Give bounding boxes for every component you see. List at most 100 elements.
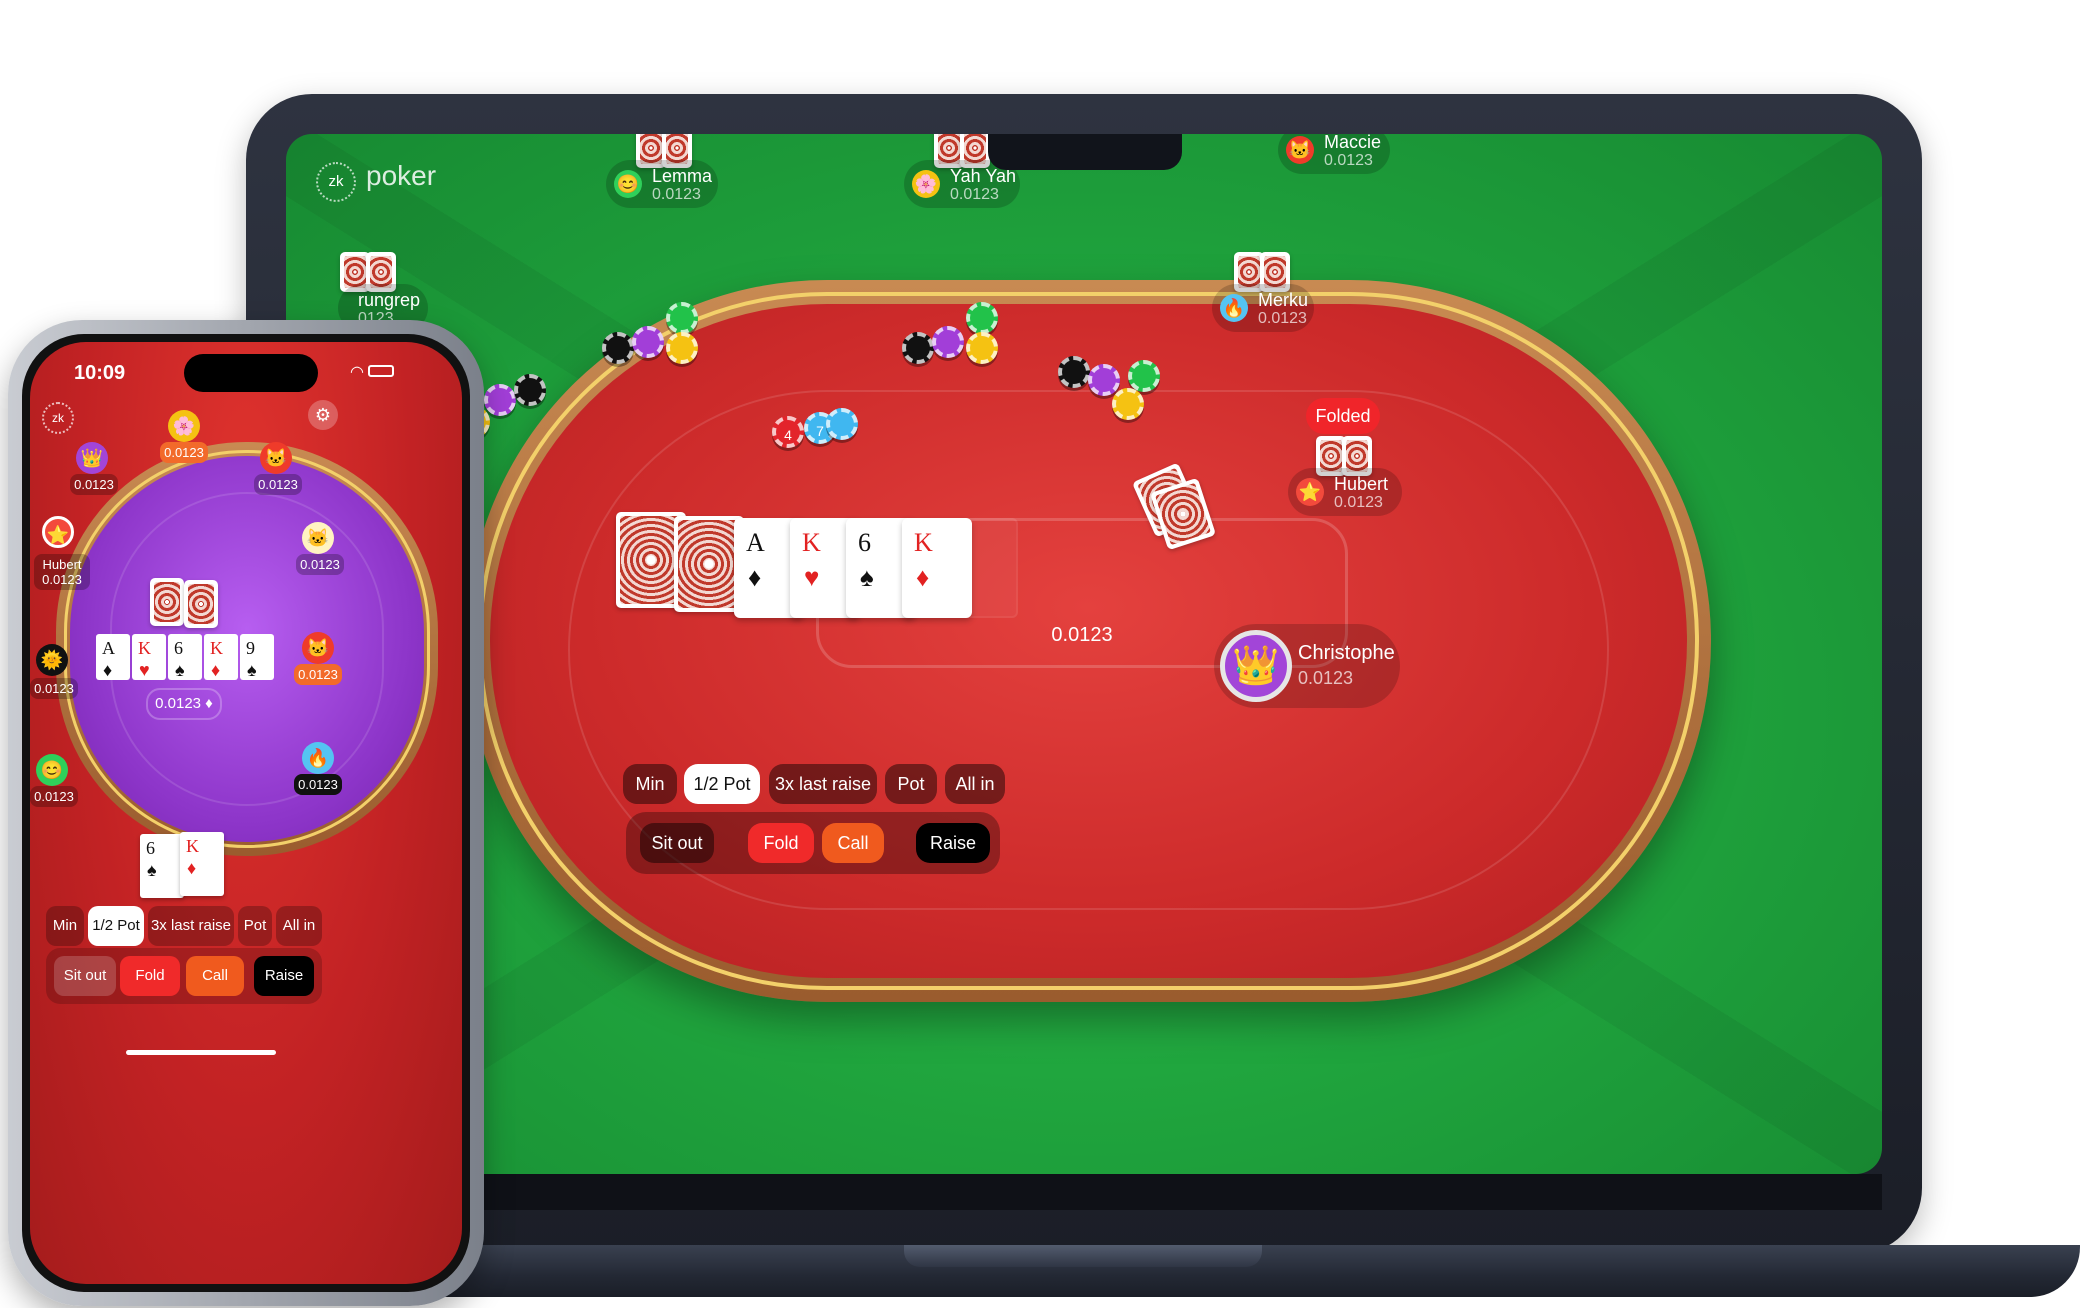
community-card: K ♦ — [204, 634, 238, 680]
fold-button[interactable]: Fold — [120, 956, 180, 996]
player-balance: 0.0123 — [1298, 668, 1354, 688]
cat-avatar-icon: 🐱 — [302, 522, 334, 554]
player-seat-christophe: 👑 Christophe 0.0123 — [1214, 624, 1400, 708]
star-avatar-icon: ⭐ — [1296, 478, 1324, 506]
player-seat-hubert: ⭐ Hubert 0.0123 — [1288, 468, 1402, 516]
player-balance: 0.0123 — [294, 664, 342, 685]
player-balance: 0.0123 — [70, 474, 118, 495]
empty-card-slot — [962, 518, 1018, 618]
bet-chip — [1128, 360, 1160, 392]
settings-gear-icon[interactable]: ⚙ — [308, 400, 338, 430]
cat-avatar-icon: 🐱 — [260, 442, 292, 474]
fire-avatar-icon: 🔥 — [302, 742, 334, 774]
zk-logo-icon: zk — [42, 402, 74, 434]
player-name: Maccie — [1324, 134, 1382, 152]
home-indicator — [126, 1050, 276, 1055]
flower-avatar-icon: 🌸 — [168, 410, 200, 442]
sun-avatar-icon: 🌞 — [36, 644, 68, 676]
smile-avatar-icon: 😊 — [36, 754, 68, 786]
player-balance: 0.0123 — [42, 572, 82, 587]
bet-chip — [1088, 364, 1120, 396]
cat-avatar-icon: 🐱 — [1286, 136, 1314, 164]
bet-chip — [632, 326, 664, 358]
raise-button[interactable]: Raise — [254, 956, 314, 996]
pot-chip — [826, 408, 858, 440]
bet-3x-raise-button[interactable]: 3x last raise — [148, 906, 234, 946]
community-card: K ♥ — [132, 634, 166, 680]
crown-avatar-icon: 👑 — [1220, 630, 1292, 702]
bet-min-button[interactable]: Min — [623, 764, 677, 804]
deck-card-back — [150, 578, 184, 626]
player-balance: 0.0123 — [30, 678, 78, 699]
flower-avatar-icon: 🌸 — [912, 170, 940, 198]
bet-half-pot-button[interactable]: 1/2 Pot — [88, 906, 144, 946]
player-name: Hubert — [42, 557, 82, 572]
bet-chip — [966, 332, 998, 364]
bet-chip — [932, 326, 964, 358]
bet-all-in-button[interactable]: All in — [276, 906, 322, 946]
deck-card-back — [184, 580, 218, 628]
sit-out-button[interactable]: Sit out — [640, 823, 714, 863]
community-card: A ♦ — [96, 634, 130, 680]
bet-chip — [666, 332, 698, 364]
desktop-game-screen: zk poker 4 7 0.0123 A ♦ K ♥ 6 ♠ K ♦ 😊 Lemma … — [286, 134, 1882, 1174]
player-seat-lemma: 😊 Lemma 0.0123 — [606, 160, 718, 208]
phone-game-screen: 10:09 ◠ zk ⚙ 🌸 0.0123 👑 0.0123 🐱 0.0123 … — [30, 342, 462, 1284]
player-balance: 0.0123 — [30, 786, 78, 807]
player-balance: 0.0123 — [1258, 310, 1307, 327]
bet-chip — [966, 302, 998, 334]
zk-logo-icon: zk — [316, 162, 356, 202]
community-card: 9 ♠ — [240, 634, 274, 680]
call-button[interactable]: Call — [822, 823, 884, 863]
star-avatar-icon: ⭐ — [42, 516, 74, 548]
dynamic-island — [184, 354, 318, 392]
sit-out-button[interactable]: Sit out — [54, 956, 116, 996]
pot-chip: 4 — [772, 416, 804, 448]
smile-avatar-icon: 😊 — [614, 170, 642, 198]
crown-avatar-icon: 👑 — [76, 442, 108, 474]
player-seat-merku: 🔥 Merku 0.0123 — [1212, 284, 1314, 332]
cat-avatar-icon: 🐱 — [302, 632, 334, 664]
player-name: Lemma — [652, 166, 713, 186]
bet-pot-button[interactable]: Pot — [885, 764, 937, 804]
bet-chip — [484, 384, 516, 416]
call-button[interactable]: Call — [186, 956, 244, 996]
player-balance: 0.0123 — [1324, 152, 1373, 169]
bet-chip — [514, 374, 546, 406]
player-balance: 0.0123 — [160, 442, 208, 463]
player-name: Christophe — [1298, 642, 1395, 664]
camera-notch — [988, 134, 1182, 170]
player-seat-hubert: Hubert 0.0123 — [34, 554, 90, 590]
bet-chip — [1112, 388, 1144, 420]
wifi-icon: ◠ — [350, 364, 364, 381]
bet-all-in-button[interactable]: All in — [945, 764, 1005, 804]
bet-3x-raise-button[interactable]: 3x last raise — [769, 764, 877, 804]
bet-half-pot-button[interactable]: 1/2 Pot — [684, 764, 760, 804]
player-name: rungrep — [358, 290, 421, 310]
player-balance: 0.0123 — [950, 186, 999, 203]
player-seat-maccie: 🐱 Maccie 0.0123 — [1278, 134, 1390, 174]
player-name: Hubert — [1334, 474, 1389, 494]
bet-pot-button[interactable]: Pot — [238, 906, 272, 946]
bet-chip — [602, 332, 634, 364]
fire-avatar-icon: 🔥 — [1220, 294, 1248, 322]
community-card: 6 ♠ — [168, 634, 202, 680]
player-balance: 0.0123 — [254, 474, 302, 495]
pot-amount: 0.0123 ♦ — [146, 688, 222, 720]
bet-chip — [902, 332, 934, 364]
hand-card: K ♦ — [180, 832, 224, 896]
battery-icon — [368, 365, 395, 377]
player-balance: 0.0123 — [652, 186, 701, 203]
bet-min-button[interactable]: Min — [46, 906, 84, 946]
player-name: Merku — [1258, 290, 1309, 310]
fold-button[interactable]: Fold — [748, 823, 814, 863]
bet-chip — [666, 302, 698, 334]
app-logo-text: poker — [366, 160, 437, 191]
player-balance: 0.0123 — [296, 554, 344, 575]
bet-chip — [1058, 356, 1090, 388]
hand-card: 6 ♠ — [140, 834, 184, 898]
raise-button[interactable]: Raise — [916, 823, 990, 863]
folded-badge: Folded — [1306, 398, 1380, 434]
player-balance: 0.0123 — [1334, 494, 1383, 511]
player-balance: 0.0123 — [294, 774, 342, 795]
